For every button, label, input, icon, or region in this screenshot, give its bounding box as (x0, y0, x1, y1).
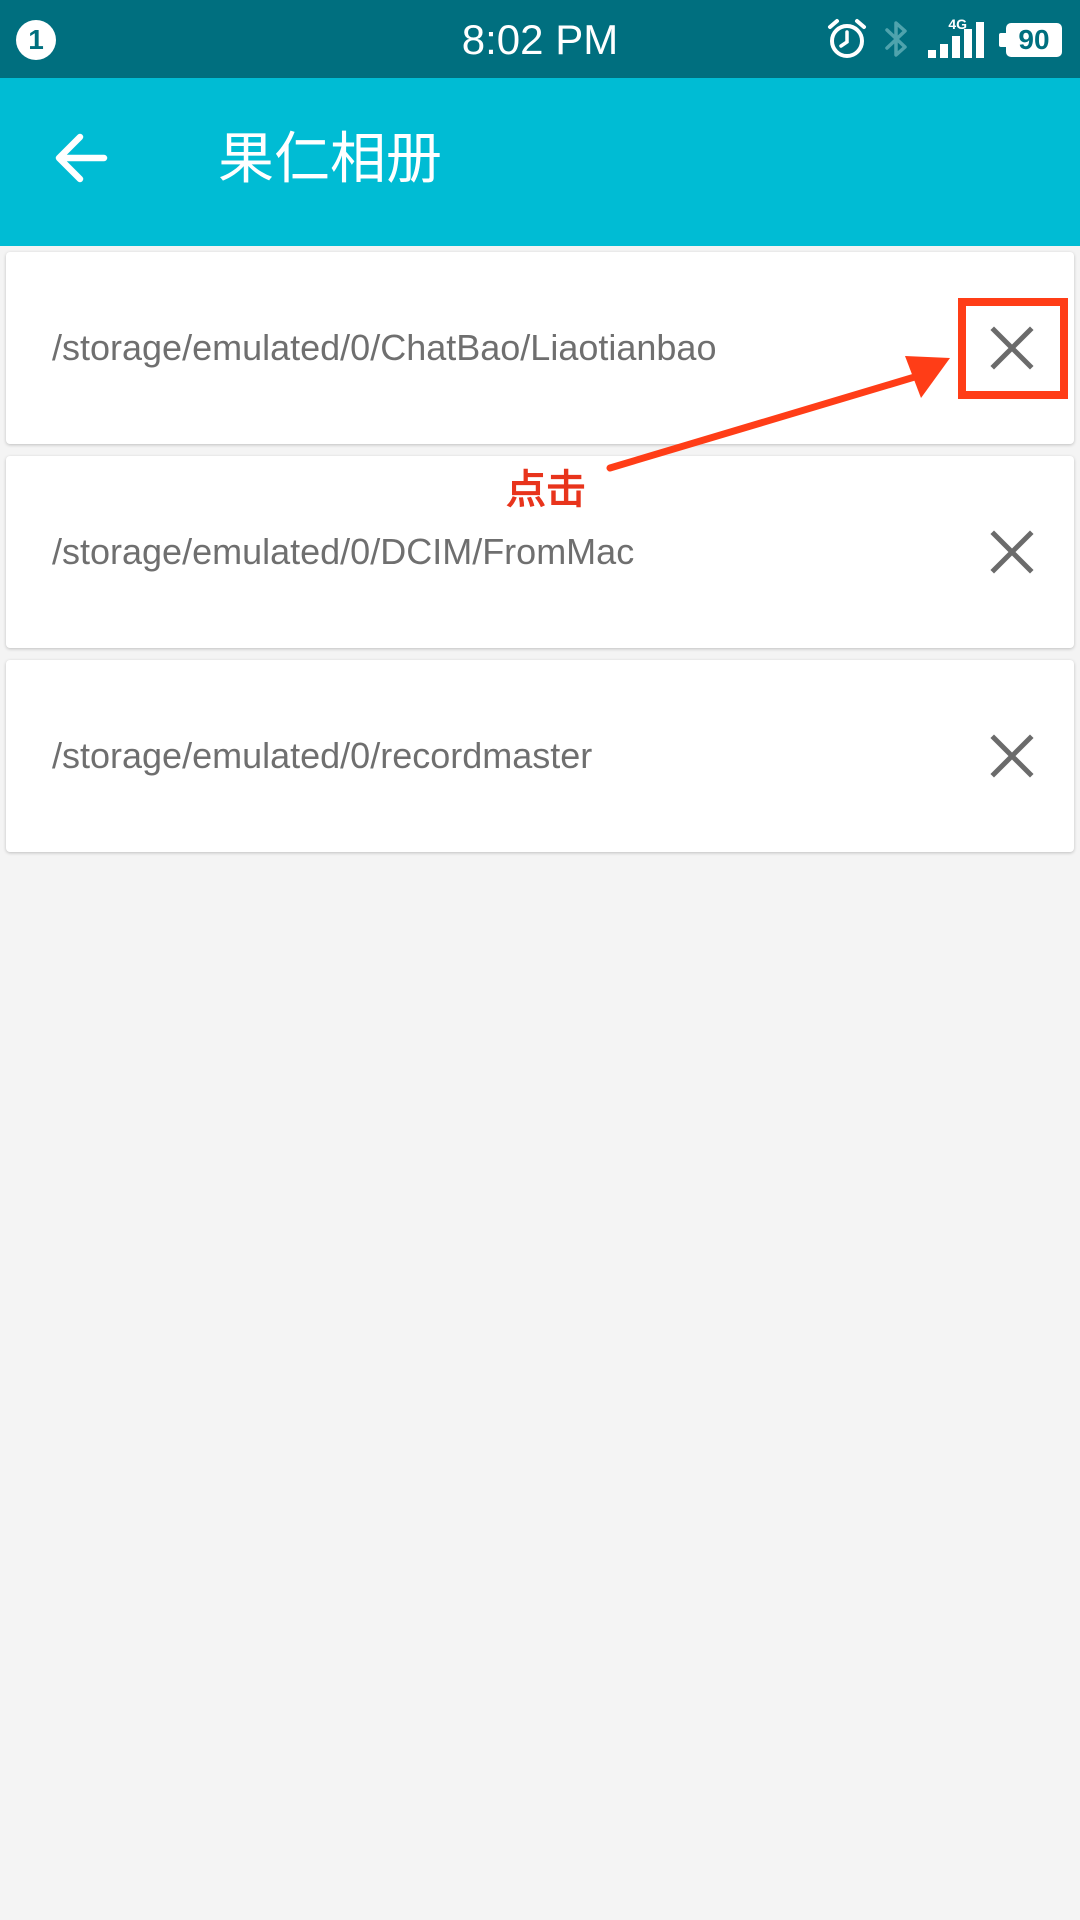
status-time: 8:02 PM (461, 16, 619, 63)
battery-level: 90 (1018, 24, 1050, 55)
app-bar: 果仁相册 (0, 78, 1080, 246)
close-icon (990, 530, 1034, 574)
folder-path: /storage/emulated/0/recordmaster (52, 735, 593, 776)
folder-card: /storage/emulated/0/recordmaster (6, 660, 1074, 852)
back-button[interactable] (50, 118, 120, 198)
annotation-label: 点击 (506, 467, 586, 513)
alarm-icon (828, 19, 866, 58)
folder-path: /storage/emulated/0/ChatBao/Liaotianbao (52, 327, 717, 368)
annotation-highlight-box (958, 298, 1068, 399)
status-bar: 1 8:02 PM 4G 90 (0, 0, 1080, 78)
signal-icon (928, 22, 984, 58)
arrow-back-icon (55, 133, 108, 183)
remove-folder-button[interactable] (960, 710, 1064, 802)
page-title: 果仁相册 (218, 127, 442, 192)
battery-icon: 90 (999, 23, 1062, 57)
remove-folder-button[interactable] (960, 506, 1064, 598)
folder-card: /storage/emulated/0/ChatBao/Liaotianbao (6, 252, 1074, 444)
screen: 1 8:02 PM 4G 90 果仁相册 /storage/emulated/0… (0, 0, 1080, 1920)
close-icon (990, 734, 1034, 778)
bluetooth-icon (885, 21, 907, 57)
